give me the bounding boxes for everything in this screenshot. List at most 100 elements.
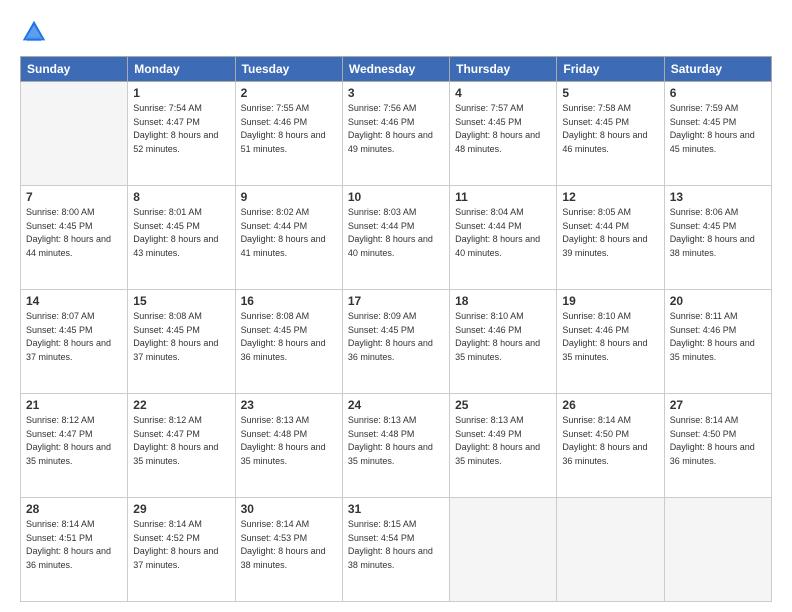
daylight-text: Daylight: 8 hours and 48 minutes. (455, 130, 540, 154)
day-info: Sunrise: 8:10 AMSunset: 4:46 PMDaylight:… (562, 310, 658, 364)
day-info: Sunrise: 8:14 AMSunset: 4:51 PMDaylight:… (26, 518, 122, 572)
day-info: Sunrise: 8:14 AMSunset: 4:52 PMDaylight:… (133, 518, 229, 572)
sunrise-text: Sunrise: 8:10 AM (562, 311, 631, 321)
sunset-text: Sunset: 4:46 PM (670, 325, 737, 335)
day-info: Sunrise: 7:58 AMSunset: 4:45 PMDaylight:… (562, 102, 658, 156)
day-info: Sunrise: 7:59 AMSunset: 4:45 PMDaylight:… (670, 102, 766, 156)
daylight-text: Daylight: 8 hours and 36 minutes. (241, 338, 326, 362)
sunset-text: Sunset: 4:50 PM (670, 429, 737, 439)
day-info: Sunrise: 8:03 AMSunset: 4:44 PMDaylight:… (348, 206, 444, 260)
sunrise-text: Sunrise: 8:13 AM (348, 415, 417, 425)
day-info: Sunrise: 8:13 AMSunset: 4:49 PMDaylight:… (455, 414, 551, 468)
sunset-text: Sunset: 4:47 PM (26, 429, 93, 439)
day-number: 6 (670, 86, 766, 100)
calendar-cell: 12Sunrise: 8:05 AMSunset: 4:44 PMDayligh… (557, 186, 664, 290)
day-info: Sunrise: 8:06 AMSunset: 4:45 PMDaylight:… (670, 206, 766, 260)
sunrise-text: Sunrise: 8:00 AM (26, 207, 95, 217)
sunrise-text: Sunrise: 8:04 AM (455, 207, 524, 217)
sunset-text: Sunset: 4:44 PM (241, 221, 308, 231)
daylight-text: Daylight: 8 hours and 36 minutes. (562, 442, 647, 466)
calendar-cell: 18Sunrise: 8:10 AMSunset: 4:46 PMDayligh… (450, 290, 557, 394)
sunset-text: Sunset: 4:51 PM (26, 533, 93, 543)
sunset-text: Sunset: 4:45 PM (26, 325, 93, 335)
day-number: 25 (455, 398, 551, 412)
day-info: Sunrise: 8:04 AM Sunset: 4:44 PM Daylight:… (455, 206, 551, 260)
day-info: Sunrise: 8:13 AMSunset: 4:48 PMDaylight:… (348, 414, 444, 468)
day-number: 28 (26, 502, 122, 516)
header-day-wednesday: Wednesday (342, 57, 449, 82)
day-info: Sunrise: 8:14 AM Sunset: 4:50 PM Daylight:… (562, 414, 658, 468)
calendar-cell: 2Sunrise: 7:55 AMSunset: 4:46 PMDaylight… (235, 82, 342, 186)
day-info: Sunrise: 8:09 AMSunset: 4:45 PMDaylight:… (348, 310, 444, 364)
day-number: 29 (133, 502, 229, 516)
week-row-0: 1Sunrise: 7:54 AMSunset: 4:47 PMDaylight… (21, 82, 772, 186)
sunrise-text: Sunrise: 8:10 AM (455, 311, 524, 321)
daylight-text: Daylight: 8 hours and 35 minutes. (26, 442, 111, 466)
sunset-text: Sunset: 4:54 PM (348, 533, 415, 543)
daylight-text: Daylight: 8 hours and 40 minutes. (348, 234, 433, 258)
sunset-text: Sunset: 4:46 PM (241, 117, 308, 127)
calendar-cell (450, 498, 557, 602)
daylight-text: Daylight: 8 hours and 36 minutes. (348, 338, 433, 362)
sunrise-text: Sunrise: 8:13 AM (455, 415, 524, 425)
sunrise-text: Sunrise: 8:14 AM (562, 415, 631, 425)
daylight-text: Daylight: 8 hours and 38 minutes. (348, 546, 433, 570)
day-number: 18 (455, 294, 551, 308)
day-info: Sunrise: 8:14 AMSunset: 4:50 PMDaylight:… (670, 414, 766, 468)
daylight-text: Daylight: 8 hours and 35 minutes. (455, 338, 540, 362)
calendar-cell: 30Sunrise: 8:14 AMSunset: 4:53 PMDayligh… (235, 498, 342, 602)
day-number: 4 (455, 86, 551, 100)
sunset-text: Sunset: 4:49 PM (455, 429, 522, 439)
calendar-cell: 14Sunrise: 8:07 AMSunset: 4:45 PMDayligh… (21, 290, 128, 394)
daylight-text: Daylight: 8 hours and 39 minutes. (562, 234, 647, 258)
sunrise-text: Sunrise: 8:14 AM (26, 519, 95, 529)
sunrise-text: Sunrise: 8:05 AM (562, 207, 631, 217)
day-info: Sunrise: 8:07 AMSunset: 4:45 PMDaylight:… (26, 310, 122, 364)
header-day-sunday: Sunday (21, 57, 128, 82)
day-info: Sunrise: 8:08 AMSunset: 4:45 PMDaylight:… (133, 310, 229, 364)
day-number: 17 (348, 294, 444, 308)
calendar-header: SundayMondayTuesdayWednesdayThursdayFrid… (21, 57, 772, 82)
logo-icon (20, 18, 48, 46)
day-number: 7 (26, 190, 122, 204)
sunrise-text: Sunrise: 7:57 AM (455, 103, 524, 113)
calendar-cell: 26Sunrise: 8:14 AMSunset: 4:50 PMDayligh… (557, 394, 664, 498)
calendar-cell: 6 Sunrise: 7:59 AMSunset: 4:45 PMDaylight… (664, 82, 771, 186)
day-info: Sunrise: 8:01 AMSunset: 4:45 PMDaylight:… (133, 206, 229, 260)
day-number: 9 (241, 190, 337, 204)
daylight-text: Daylight: 8 hours and 40 minutes. (455, 234, 540, 258)
header-row: SundayMondayTuesdayWednesdayThursdayFrid… (21, 57, 772, 82)
calendar-cell: 29 Sunrise: 8:14 AMSunset: 4:52 PMDayligh… (128, 498, 235, 602)
calendar-cell: 15Sunrise: 8:08 AMSunset: 4:45 PMDayligh… (128, 290, 235, 394)
day-info: Sunrise: 8:15 AM Sunset: 4:54 PM Daylight:… (348, 518, 444, 572)
header-day-thursday: Thursday (450, 57, 557, 82)
daylight-text: Daylight: 8 hours and 37 minutes. (133, 338, 218, 362)
calendar-cell: 16Sunrise: 8:08 AMSunset: 4:45 PMDayligh… (235, 290, 342, 394)
calendar-cell (557, 498, 664, 602)
day-info: Sunrise: 8:13 AMSunset: 4:48 PMDaylight:… (241, 414, 337, 468)
sunset-text: Sunset: 4:52 PM (133, 533, 200, 543)
page: SundayMondayTuesdayWednesdayThursdayFrid… (0, 0, 792, 612)
sunset-text: Sunset: 4:50 PM (562, 429, 629, 439)
sunrise-text: Sunrise: 8:15 AM (348, 519, 417, 529)
daylight-text: Daylight: 8 hours and 36 minutes. (670, 442, 755, 466)
sunrise-text: Sunrise: 8:13 AM (241, 415, 310, 425)
sunset-text: Sunset: 4:44 PM (455, 221, 522, 231)
day-number: 10 (348, 190, 444, 204)
calendar-cell: 25Sunrise: 8:13 AMSunset: 4:49 PMDayligh… (450, 394, 557, 498)
sunset-text: Sunset: 4:46 PM (562, 325, 629, 335)
calendar-cell: 13Sunrise: 8:06 AMSunset: 4:45 PMDayligh… (664, 186, 771, 290)
calendar-cell: 20Sunrise: 8:11 AMSunset: 4:46 PMDayligh… (664, 290, 771, 394)
sunset-text: Sunset: 4:45 PM (133, 325, 200, 335)
daylight-text: Daylight: 8 hours and 45 minutes. (670, 130, 755, 154)
day-info: Sunrise: 7:54 AMSunset: 4:47 PMDaylight:… (133, 102, 229, 156)
sunset-text: Sunset: 4:53 PM (241, 533, 308, 543)
sunset-text: Sunset: 4:45 PM (562, 117, 629, 127)
sunset-text: Sunset: 4:46 PM (348, 117, 415, 127)
daylight-text: Daylight: 8 hours and 38 minutes. (241, 546, 326, 570)
daylight-text: Daylight: 8 hours and 49 minutes. (348, 130, 433, 154)
calendar-cell (664, 498, 771, 602)
calendar-cell: 11Sunrise: 8:04 AMSunset: 4:44 PMDayligh… (450, 186, 557, 290)
calendar-cell: 7Sunrise: 8:00 AMSunset: 4:45 PMDaylight… (21, 186, 128, 290)
day-number: 3 (348, 86, 444, 100)
